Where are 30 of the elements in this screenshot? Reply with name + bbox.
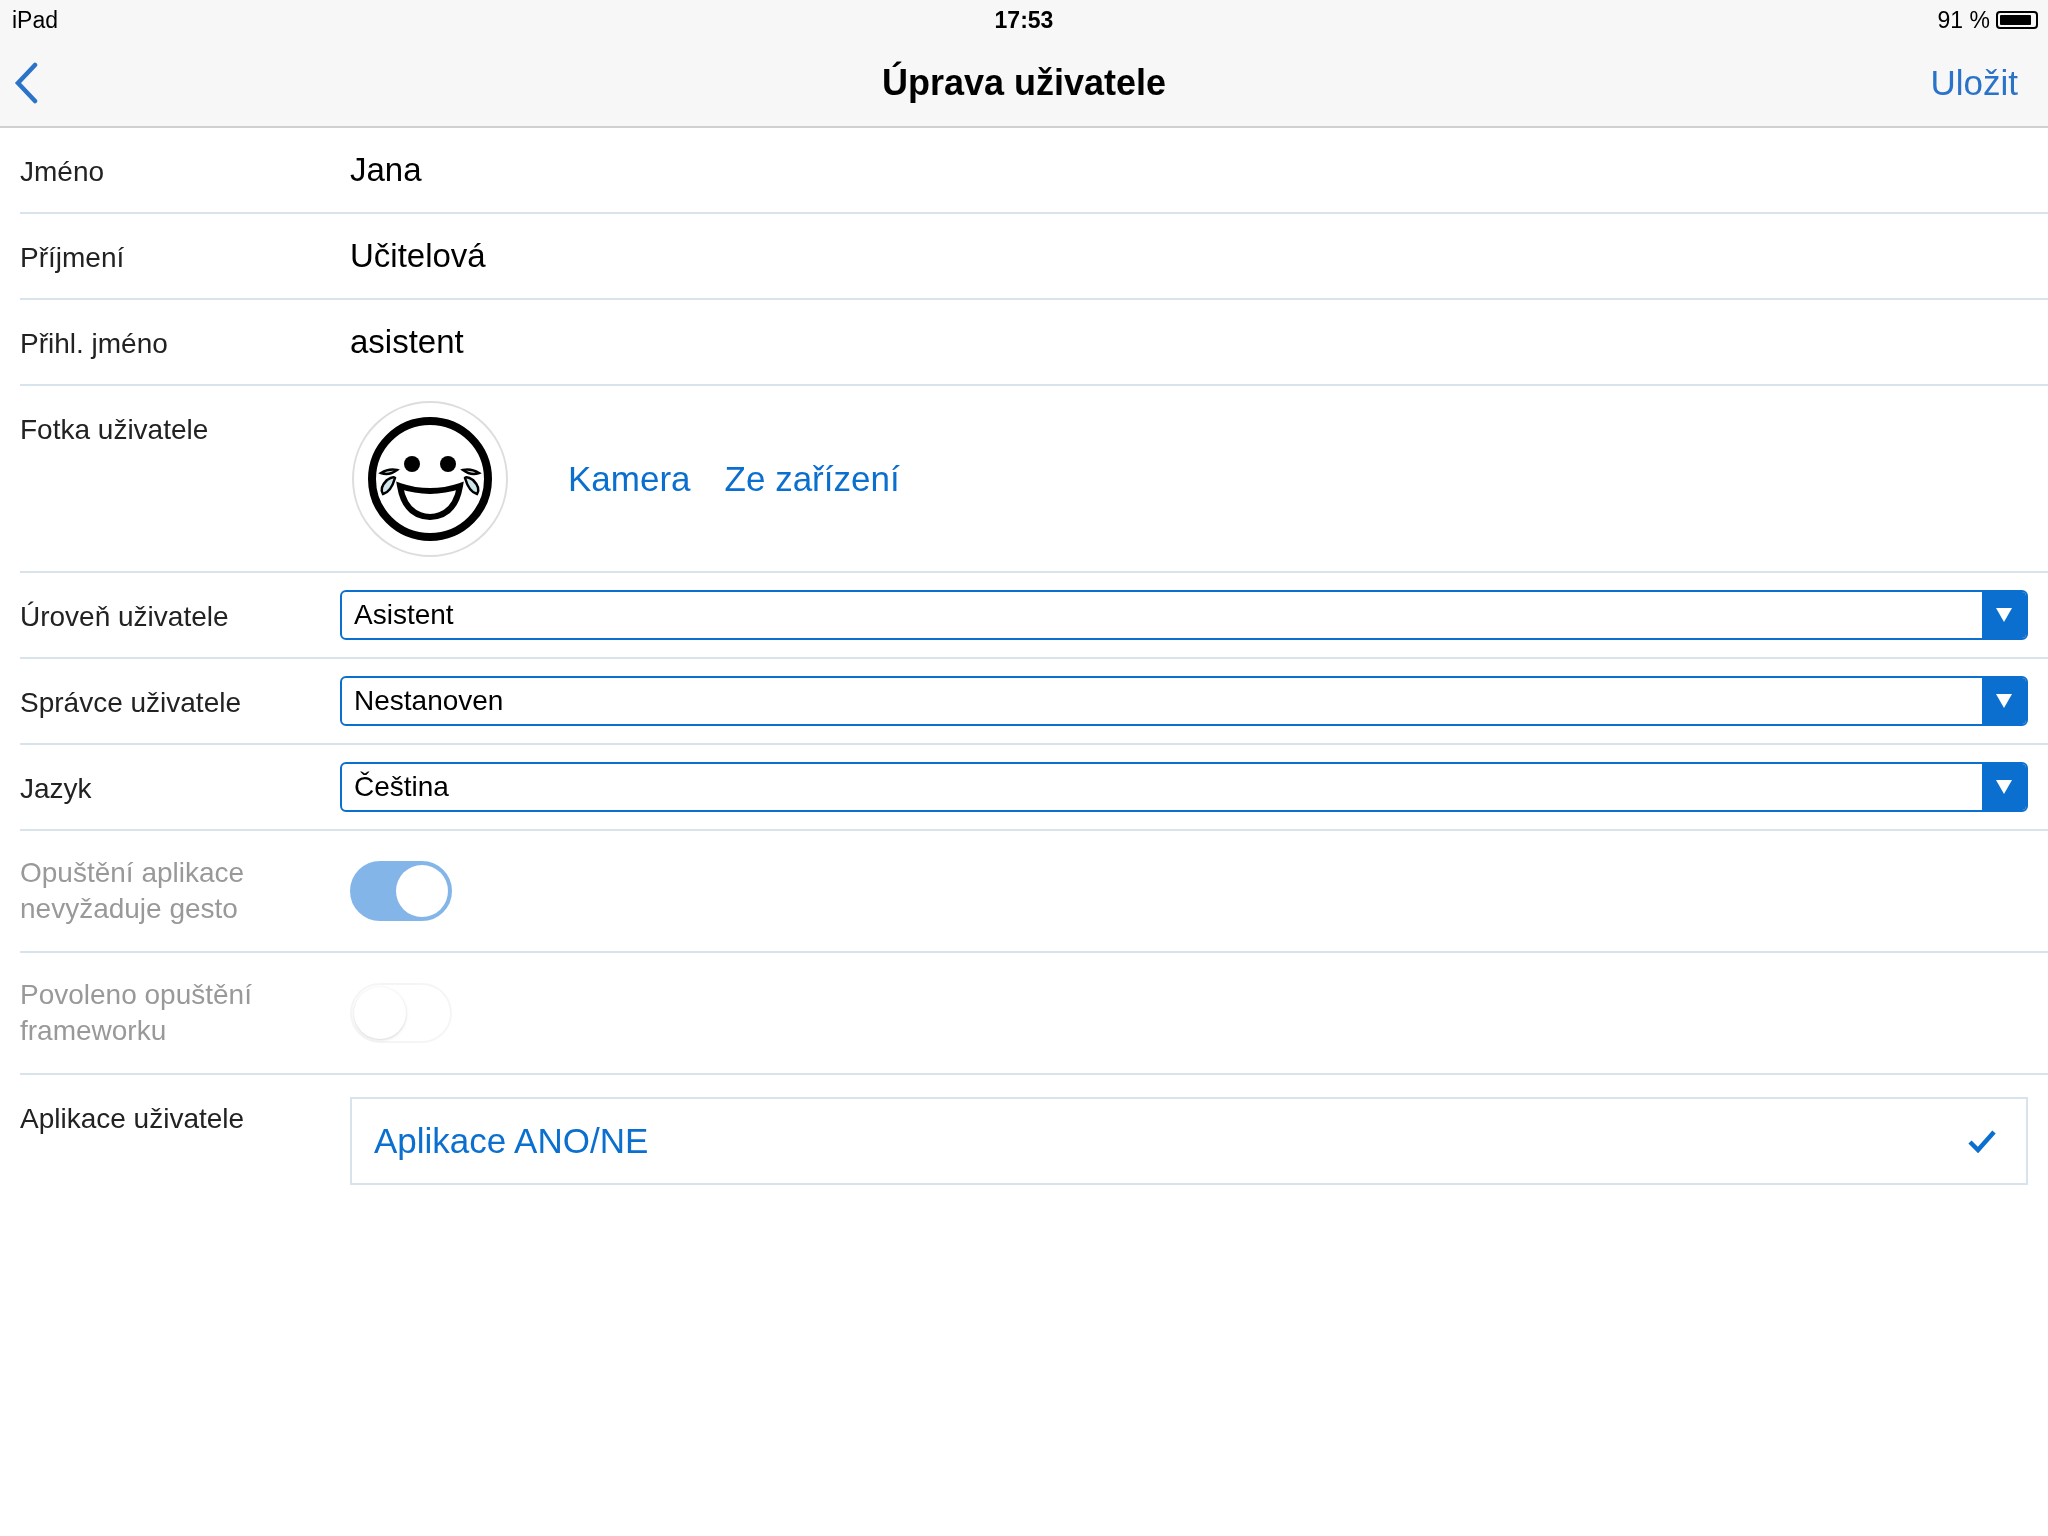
- field-label: Opuštění aplikace nevyžaduje gesto: [20, 856, 246, 926]
- field-label: Úroveň uživatele: [20, 600, 230, 634]
- dropdown-select[interactable]: Nestanoven: [340, 676, 2028, 726]
- battery-percent: 91 %: [1937, 6, 1990, 34]
- dropdown-arrow-icon: [1995, 607, 2013, 623]
- photo-source-link[interactable]: Kamera: [568, 458, 691, 499]
- battery-icon: [1996, 11, 2038, 29]
- text-field[interactable]: asistent: [340, 323, 464, 361]
- photo-source-link[interactable]: Ze zařízení: [724, 458, 900, 499]
- field-label: Příjmení: [20, 241, 126, 275]
- field-label: Správce uživatele: [20, 686, 242, 720]
- field-label: Jazyk: [20, 772, 93, 806]
- text-field[interactable]: Učitelová: [340, 237, 486, 275]
- laughing-face-icon: [367, 415, 493, 542]
- device-name: iPad: [12, 6, 59, 34]
- clock-time: 17:53: [994, 6, 1054, 34]
- dropdown-select[interactable]: Čeština: [340, 762, 2028, 812]
- text-field[interactable]: Jana: [340, 151, 422, 189]
- field-label: Fotka uživatele: [20, 413, 210, 447]
- dropdown-arrow-icon: [1995, 779, 2013, 795]
- field-label: Povoleno opuštění frameworku: [20, 978, 253, 1048]
- app-list-item[interactable]: Aplikace ANO/NE: [350, 1097, 2028, 1185]
- dropdown-select[interactable]: Asistent: [340, 590, 2028, 640]
- save-button[interactable]: Uložit: [1930, 63, 2018, 103]
- field-label: Přihl. jméno: [20, 327, 169, 361]
- screen-title: Úprava uživatele: [881, 62, 1167, 104]
- field-label: Jméno: [20, 155, 106, 189]
- dropdown-arrow-icon: [1995, 693, 2013, 709]
- field-label: Aplikace uživatele: [20, 1102, 246, 1136]
- back-chevron-icon[interactable]: [14, 62, 38, 104]
